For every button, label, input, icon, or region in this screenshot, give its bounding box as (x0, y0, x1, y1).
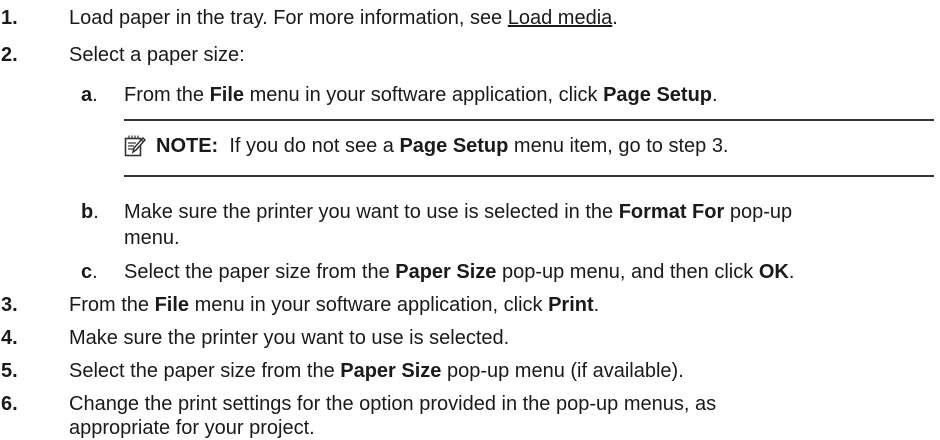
substep-text: From the File menu in your software appl… (124, 83, 718, 107)
substep-letter-suffix: . (92, 261, 98, 283)
step-number: 6. (1, 393, 18, 415)
substep-letter: c. (81, 260, 98, 284)
substep-text: Make sure the printer you want to use is… (124, 200, 792, 224)
step-text: Select the paper size from the Paper Siz… (69, 359, 684, 383)
text-part-bold: Paper Size (395, 261, 497, 283)
text-part: Select the paper size from the (124, 261, 396, 283)
substep-text: menu. (124, 227, 180, 249)
step-text: Change the print settings for the option… (69, 393, 717, 415)
text-part: menu in your software application, click (189, 294, 549, 316)
text-part: menu item, go to step 3. (508, 135, 729, 157)
step-text: appropriate for your project. (69, 417, 315, 439)
text-part: From the (124, 84, 210, 106)
substep-letter: b. (81, 200, 99, 224)
text-part-bold: File (154, 294, 190, 316)
step-text: Load paper in the tray. For more informa… (69, 6, 618, 30)
text-part-bold: Print (548, 294, 594, 316)
text-part: Make sure the printer you want to use is… (124, 201, 619, 223)
text-part: . (593, 294, 600, 316)
substep-letter-char: b (81, 201, 94, 223)
step-text: Select a paper size: (69, 44, 245, 66)
text-part-bold: Format For (618, 201, 725, 223)
step-number: 3. (1, 294, 18, 316)
step-text: From the File menu in your software appl… (69, 293, 599, 317)
text-part: menu in your software application, click (244, 84, 604, 106)
text-part: pop-up (724, 201, 793, 223)
note-bottom-rule (124, 175, 934, 177)
text-part: pop-up menu (if available). (441, 360, 684, 382)
text-part-bold: File (209, 84, 245, 106)
substep-letter-suffix: . (92, 84, 98, 106)
step-text-part: Load paper in the tray. For more informa… (69, 7, 508, 29)
text-part-bold: Page Setup (603, 84, 713, 106)
text-part: . (712, 84, 718, 106)
note-top-rule (124, 119, 934, 121)
step-text-part: . (612, 7, 618, 29)
step-number: 5. (1, 360, 18, 382)
text-part: Select the paper size from the (69, 360, 341, 382)
text-part-bold: Page Setup (399, 135, 509, 157)
text-part: From the (69, 294, 155, 316)
load-media-link[interactable]: Load media (508, 7, 613, 29)
substep-text: Select the paper size from the Paper Siz… (124, 260, 794, 284)
step-number: 4. (1, 327, 18, 349)
step-number: 1. (1, 7, 18, 29)
text-part: If you do not see a (218, 135, 400, 157)
note-label: NOTE: (156, 135, 219, 157)
text-part: . (788, 261, 795, 283)
text-part: pop-up menu, and then click (496, 261, 759, 283)
note-pencil-icon (124, 135, 147, 157)
step-text: Make sure the printer you want to use is… (69, 327, 510, 349)
text-part-bold: OK (758, 261, 789, 283)
substep-letter-char: a (81, 84, 93, 106)
substep-letter-char: c (81, 261, 93, 283)
substep-letter-suffix: . (93, 201, 99, 223)
note-text: NOTE: If you do not see a Page Setup men… (156, 134, 729, 158)
document-page: 1. Load paper in the tray. For more info… (0, 0, 940, 439)
text-part-bold: Paper Size (340, 360, 442, 382)
step-number: 2. (1, 44, 18, 66)
substep-letter: a. (81, 83, 98, 107)
